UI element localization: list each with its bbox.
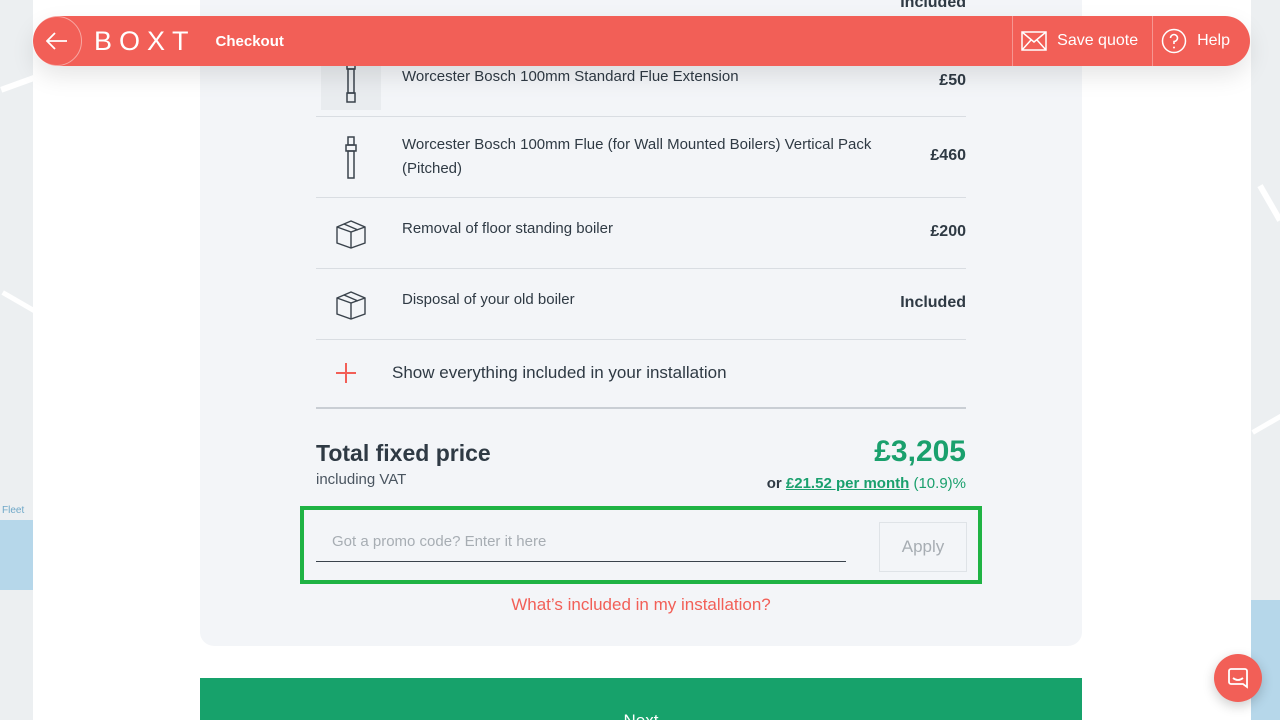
item-name: Disposal of your old boiler [402, 291, 575, 308]
envelope-icon [1021, 31, 1047, 51]
apply-button[interactable]: Apply [879, 522, 967, 572]
item-name: Removal of floor standing boiler [402, 220, 613, 237]
promo-code-input[interactable] [316, 522, 846, 562]
top-nav-bar: BOXT Checkout Save quote Help [32, 16, 1250, 66]
apr-text: (10.9)% [913, 475, 966, 492]
show-all-toggle[interactable]: Show everything included in your install… [316, 339, 966, 409]
list-item: Worcester Bosch 100mm Flue (for Wall Mou… [316, 117, 966, 198]
vertical-flue-icon [321, 130, 381, 185]
show-all-label: Show everything included in your install… [392, 363, 727, 382]
save-quote-label: Save quote [1057, 32, 1139, 49]
or-text: or [766, 475, 782, 492]
boxt-logo[interactable]: BOXT [94, 26, 196, 57]
whats-included-link[interactable]: What’s included in my installation? [0, 595, 1280, 615]
item-name: Worcester Bosch 100mm Standard Flue Exte… [402, 68, 739, 85]
chat-icon [1228, 668, 1248, 689]
promo-section: Apply [300, 506, 982, 584]
next-button[interactable]: Next [200, 678, 1082, 720]
item-price: Included [900, 294, 966, 311]
monthly-finance: or £21.52 per month (10.9)% [767, 475, 966, 492]
question-icon [1161, 28, 1187, 54]
back-button[interactable] [32, 16, 82, 66]
total-price: £3,205 [874, 435, 966, 468]
vat-note: including VAT [316, 471, 407, 488]
plus-icon [336, 363, 356, 383]
chat-button[interactable] [1214, 654, 1262, 702]
arrow-left-icon [46, 32, 67, 50]
item-price: £50 [939, 72, 966, 89]
box-icon [321, 206, 381, 261]
help-button[interactable]: Help [1152, 16, 1250, 66]
save-quote-button[interactable]: Save quote [1012, 16, 1152, 66]
item-price: Included [900, 0, 966, 11]
box-icon [321, 277, 381, 332]
total-label: Total fixed price [316, 440, 491, 466]
list-item: Disposal of your old boiler Included [316, 269, 966, 340]
help-label: Help [1197, 32, 1230, 49]
monthly-price-link[interactable]: £21.52 per month [786, 475, 909, 492]
item-price: £200 [930, 223, 966, 240]
item-price: £460 [930, 147, 966, 164]
list-item: Removal of floor standing boiler £200 [316, 198, 966, 269]
page-title: Checkout [215, 32, 284, 50]
item-name: Worcester Bosch 100mm Flue (for Wall Mou… [402, 136, 872, 177]
